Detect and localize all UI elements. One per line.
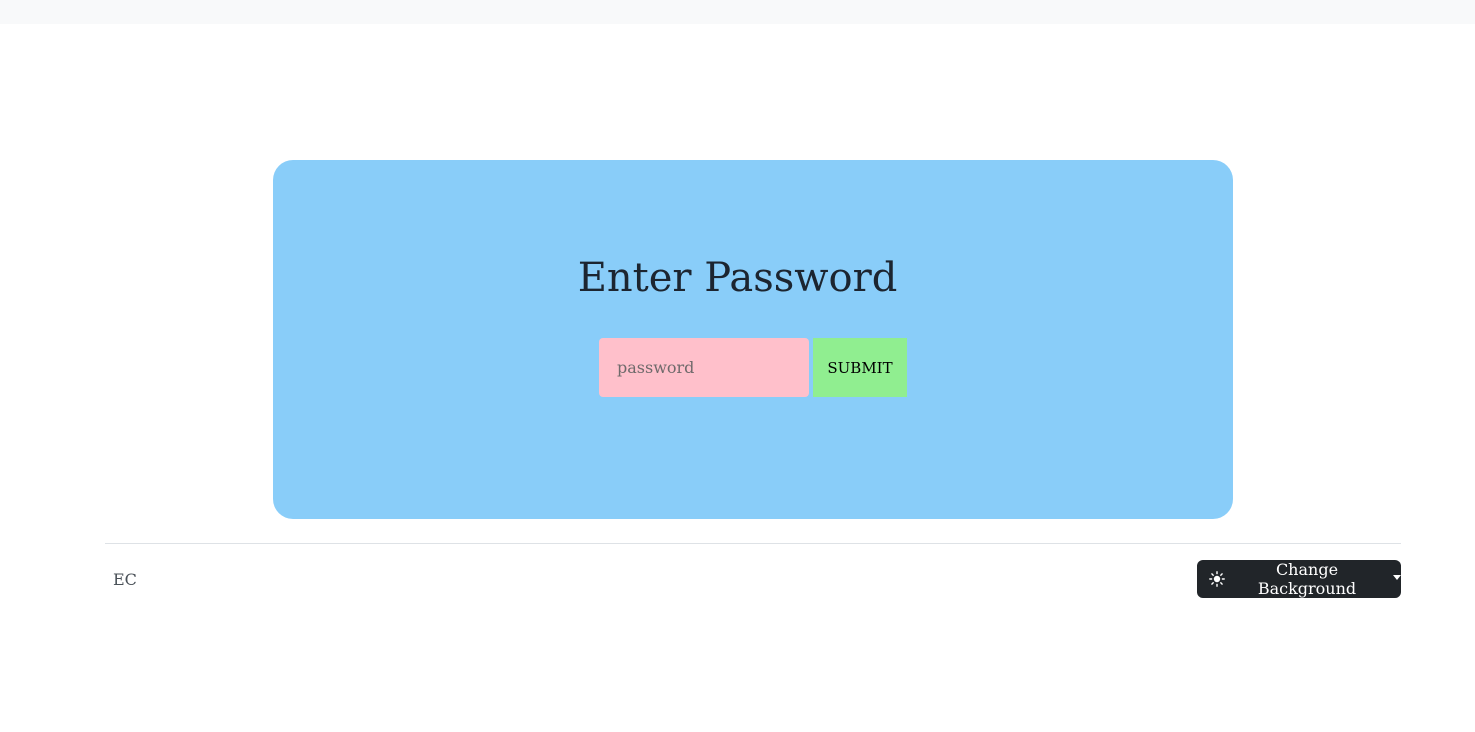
footer-divider (105, 543, 1401, 544)
submit-button[interactable]: SUBMIT (813, 338, 907, 397)
change-background-button[interactable]: Change Background (1197, 560, 1401, 598)
sun-icon (1209, 571, 1225, 587)
chevron-down-icon (1393, 574, 1401, 580)
change-background-label: Change Background (1257, 560, 1357, 598)
top-bar (0, 0, 1475, 24)
page-title: Enter Password (577, 255, 898, 301)
password-input[interactable] (599, 338, 809, 397)
footer-brand: EC (113, 570, 137, 589)
